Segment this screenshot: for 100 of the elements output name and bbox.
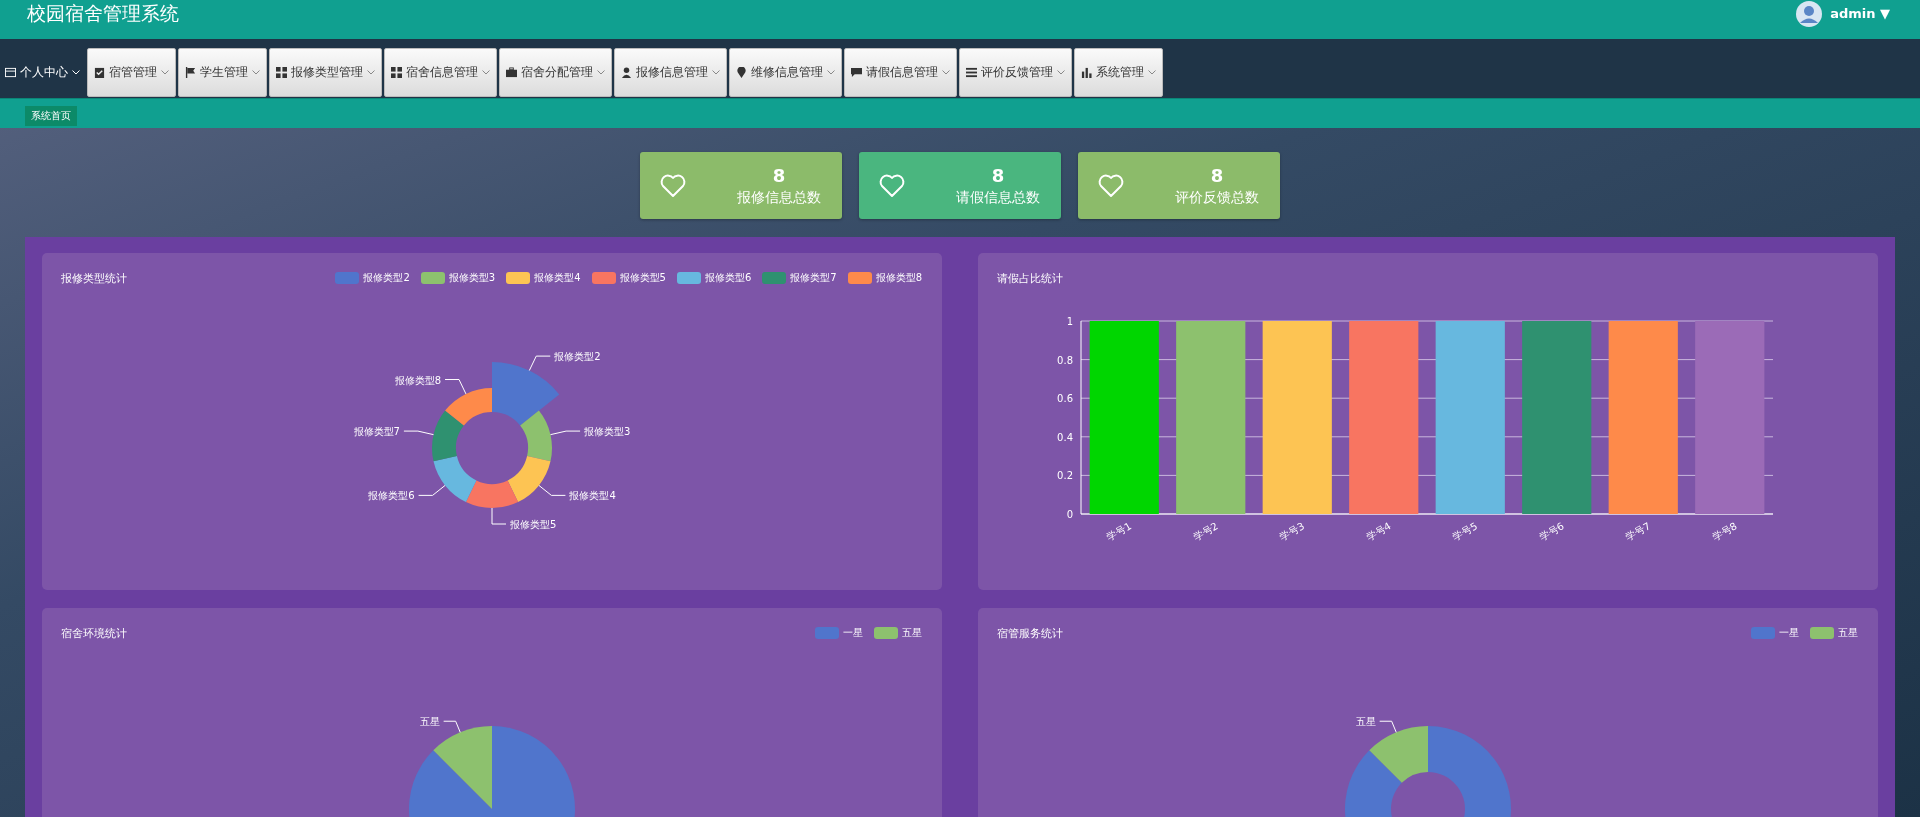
chevron-down-icon [1057, 70, 1065, 75]
chart-title: 请假占比统计 [997, 271, 1063, 286]
legend-swatch[interactable] [762, 272, 787, 284]
leader-line [403, 430, 434, 436]
avatar-icon[interactable] [1796, 0, 1823, 27]
axis-label: 0.2 [1057, 470, 1073, 482]
chevron-down-icon [367, 70, 375, 75]
legend-swatch[interactable] [335, 272, 360, 284]
legend-swatch[interactable] [815, 627, 839, 639]
axis-label: 0 [1066, 509, 1073, 520]
legend-label[interactable]: 报修类型6 [704, 271, 752, 285]
flag-icon [185, 67, 196, 78]
axis-label: 1 [1066, 316, 1073, 327]
nav-tab[interactable]: 报修类型管理 [269, 48, 382, 97]
nav-tab[interactable]: 评价反馈管理 [959, 48, 1072, 97]
leader-line [528, 355, 551, 371]
leader-line [418, 484, 446, 496]
tooltip: 系统首页 [25, 106, 77, 126]
slice-label: 报修类型5 [510, 519, 557, 530]
leader-line [491, 507, 507, 525]
slice-label: 报修类型7 [353, 426, 400, 438]
chevron-down-icon [482, 70, 490, 75]
clipboard-icon [94, 67, 105, 78]
legend-swatch[interactable] [847, 272, 872, 284]
chevron-down-icon [161, 70, 169, 75]
chevron-down-icon [942, 70, 950, 75]
app-title: 校园宿舍管理系统 [27, 0, 179, 26]
axis-label: 学号8 [1710, 520, 1739, 543]
legend-label[interactable]: 报修类型8 [875, 271, 922, 285]
leader-line [443, 720, 461, 733]
legend-label[interactable]: 报修类型5 [619, 271, 666, 285]
legend-swatch[interactable] [874, 627, 898, 639]
axis-label: 0.8 [1057, 354, 1073, 366]
legend-label[interactable]: 报修类型4 [534, 271, 581, 285]
stat-label: 评价反馈总数 [1175, 188, 1259, 207]
bar-chart-icon [1081, 67, 1092, 78]
slice-label: 报修类型3 [584, 426, 631, 438]
stat-label: 报修信息总数 [737, 188, 821, 207]
chevron-down-icon [827, 70, 835, 75]
stat-value: 8 [1210, 164, 1224, 186]
grid-icon [276, 67, 287, 78]
legend-swatch[interactable] [506, 272, 531, 284]
heart-icon [660, 173, 686, 198]
nav-tab[interactable]: 报修信息管理 [614, 48, 727, 97]
chart-title: 宿管服务统计 [997, 626, 1063, 641]
axis-label: 0.6 [1057, 393, 1073, 405]
slice-label: 报修类型2 [554, 351, 601, 363]
stat-value: 8 [772, 164, 786, 186]
axis-label: 学号6 [1537, 520, 1566, 543]
legend-swatch[interactable] [420, 272, 445, 284]
axis-label: 学号4 [1364, 520, 1393, 543]
slice-label: 报修类型4 [569, 490, 616, 502]
nav-tab[interactable]: 宿管管理 [87, 48, 176, 97]
legend-swatch[interactable] [1810, 627, 1834, 639]
legend-swatch[interactable] [676, 272, 701, 284]
chevron-down-icon [72, 70, 80, 75]
axis-label: 0.4 [1057, 431, 1073, 443]
nav-tab[interactable]: 系统管理 [1074, 48, 1163, 97]
window-icon [5, 67, 16, 78]
chevron-down-icon [1148, 70, 1156, 75]
slice-label: 报修类型8 [394, 374, 441, 386]
nav-tab[interactable]: 学生管理 [178, 48, 267, 97]
map-pin-icon [736, 67, 747, 78]
slice-label: 报修类型6 [368, 490, 415, 502]
legend-label[interactable]: 报修类型2 [363, 271, 410, 285]
legend-label[interactable]: 报修类型7 [790, 271, 837, 285]
stat-value: 8 [991, 164, 1005, 186]
legend-label[interactable]: 一星 [843, 626, 863, 640]
user-menu-button[interactable]: admin ▼ [1830, 6, 1890, 21]
nav-tab[interactable]: 宿舍信息管理 [384, 48, 497, 97]
legend-swatch[interactable] [1751, 627, 1775, 639]
leader-line [550, 430, 581, 436]
legend-label[interactable]: 一星 [1779, 626, 1799, 640]
briefcase-icon [506, 67, 517, 78]
legend-label[interactable]: 五星 [902, 626, 922, 640]
chevron-down-icon [597, 70, 605, 75]
stat-label: 请假信息总数 [956, 188, 1040, 207]
legend-label[interactable]: 五星 [1838, 626, 1858, 640]
axis-label: 学号7 [1623, 520, 1653, 543]
heart-icon [1098, 173, 1124, 198]
nav-tab[interactable]: 请假信息管理 [844, 48, 957, 97]
nav-tab[interactable]: 维修信息管理 [729, 48, 842, 97]
leader-line [1379, 720, 1397, 733]
heart-icon [879, 173, 905, 198]
chevron-down-icon [252, 70, 260, 75]
grid-icon [391, 67, 402, 78]
leader-line [538, 484, 566, 496]
slice-label: 五星 [419, 716, 440, 728]
nav-tab[interactable]: 个人中心 [0, 48, 85, 97]
person-icon [621, 67, 632, 78]
legend-label[interactable]: 报修类型3 [448, 271, 496, 285]
chart-title: 宿舍环境统计 [61, 626, 127, 641]
legend-swatch[interactable] [591, 272, 616, 284]
leader-line [444, 379, 467, 395]
list-icon [966, 67, 977, 78]
axis-label: 学号5 [1450, 520, 1480, 543]
axis-label: 学号3 [1277, 520, 1307, 543]
axis-label: 学号2 [1191, 520, 1220, 543]
nav-tab[interactable]: 宿舍分配管理 [499, 48, 612, 97]
axis-label: 学号1 [1104, 520, 1134, 543]
